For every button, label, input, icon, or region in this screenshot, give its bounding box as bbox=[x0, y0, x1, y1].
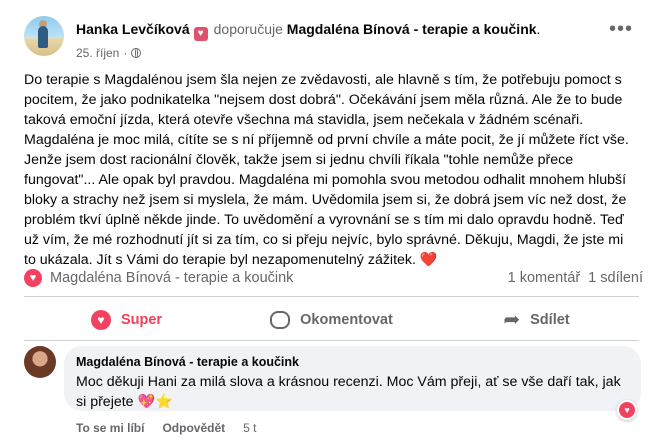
love-reaction-icon: ♥ bbox=[90, 310, 111, 330]
post-card: Hanka Levčíková ♥ doporučuje Magdaléna Bín… bbox=[0, 0, 655, 440]
share-arrow-icon: ➦ bbox=[503, 309, 521, 331]
share-button[interactable]: ➦ Sdílet bbox=[434, 304, 639, 336]
love-reaction-icon: ♥ bbox=[619, 402, 635, 418]
more-options-button[interactable]: ••• bbox=[609, 19, 633, 39]
page-suffix: . bbox=[536, 21, 541, 37]
action-bar: ♥ Super Okomentovat ➦ Sdílet bbox=[24, 304, 639, 336]
post-stats: ♥ Magdaléna Bínová - terapie a koučink 1… bbox=[24, 266, 643, 290]
love-reaction-icon[interactable]: ♥ bbox=[24, 269, 42, 287]
author-avatar[interactable] bbox=[24, 16, 64, 56]
love-button[interactable]: ♥ Super bbox=[24, 304, 229, 336]
comment-reply-button[interactable]: Odpovědět bbox=[162, 421, 225, 435]
comment-time[interactable]: 5 t bbox=[243, 421, 256, 435]
recommended-page-link[interactable]: Magdaléna Bínová - terapie a koučink bbox=[287, 21, 537, 37]
post-header-info: Hanka Levčíková ♥ doporučuje Magdaléna Bín… bbox=[76, 16, 540, 60]
comment-text: Moc děkuji Hani za milá slova a krásnou … bbox=[76, 372, 629, 412]
post-meta: 25. říjen · bbox=[76, 46, 540, 60]
comment-bubble: Magdaléna Bínová - terapie a koučink Moc… bbox=[64, 346, 641, 420]
recommends-verb: doporučuje bbox=[213, 21, 283, 37]
share-button-label: Sdílet bbox=[530, 312, 570, 328]
comment-button[interactable]: Okomentovat bbox=[229, 304, 434, 336]
comment-count[interactable]: 1 komentář bbox=[508, 270, 581, 286]
comment-reaction[interactable]: ♥ bbox=[617, 400, 637, 420]
post-date[interactable]: 25. říjen bbox=[76, 46, 119, 60]
commenter-name[interactable]: Magdaléna Bínová - terapie a koučink bbox=[76, 354, 629, 370]
love-button-label: Super bbox=[120, 312, 163, 328]
comment-button-label: Okomentovat bbox=[300, 312, 393, 328]
share-count[interactable]: 1 sdílení bbox=[588, 270, 643, 286]
comment-icon bbox=[270, 311, 291, 329]
commenter-avatar[interactable] bbox=[24, 346, 56, 378]
comment-emoji: 💖⭐ bbox=[137, 394, 173, 410]
divider-top bbox=[24, 296, 639, 297]
post-header: Hanka Levčíková ♥ doporučuje Magdaléna Bín… bbox=[24, 16, 540, 60]
avatar-figure bbox=[38, 26, 48, 48]
globe-icon bbox=[131, 48, 142, 58]
comment-actions: To se mi líbí Odpovědět 5 t bbox=[76, 421, 274, 435]
post-body: Do terapie s Magdalénou jsem šla nejen z… bbox=[24, 70, 636, 270]
author-name[interactable]: Hanka Levčíková bbox=[76, 21, 190, 37]
divider-bottom bbox=[24, 340, 639, 341]
comment-like-button[interactable]: To se mi líbí bbox=[76, 421, 144, 435]
heart-badge-icon: ♥ bbox=[193, 27, 208, 41]
post-header-line: Hanka Levčíková ♥ doporučuje Magdaléna Bín… bbox=[76, 20, 540, 41]
post-body-text: Do terapie s Magdalénou jsem šla nejen z… bbox=[24, 72, 629, 268]
reacted-by[interactable]: Magdaléna Bínová - terapie a koučink bbox=[50, 270, 500, 286]
meta-separator: · bbox=[123, 46, 128, 60]
